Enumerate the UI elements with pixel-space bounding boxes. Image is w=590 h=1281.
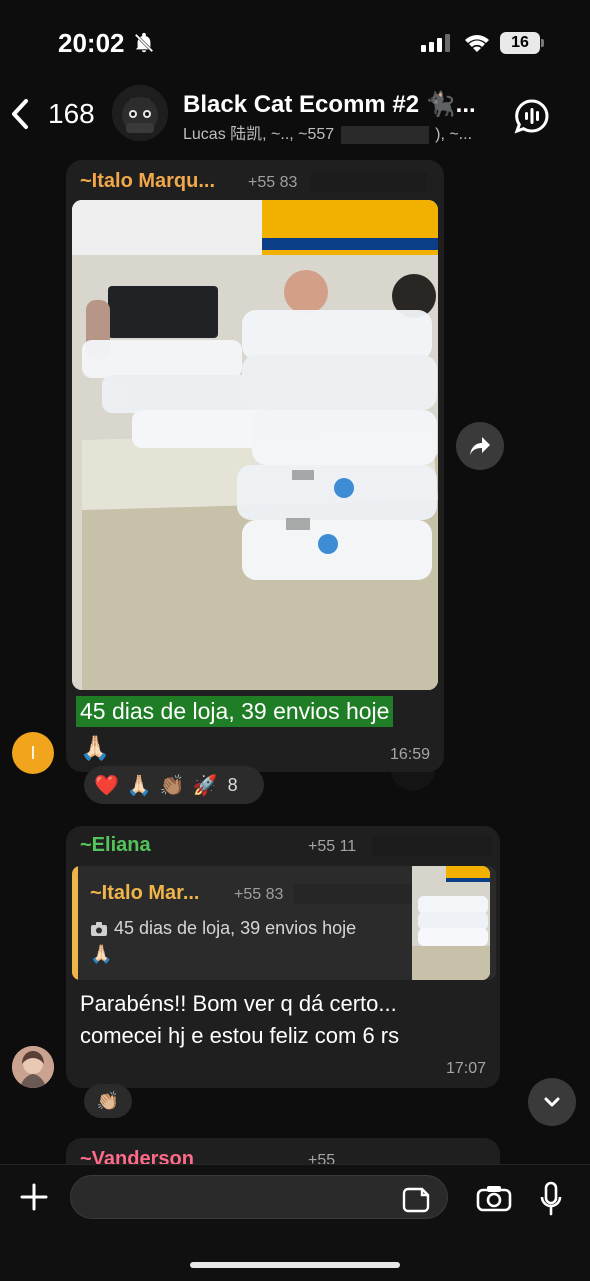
message-time: 16:59 <box>389 746 430 763</box>
scroll-down-button[interactable] <box>528 1078 576 1126</box>
plus-icon <box>20 1183 48 1211</box>
bell-off-icon <box>133 32 155 54</box>
reaction-emoji[interactable]: 👏🏽 <box>160 773 185 798</box>
voice-chat-icon <box>514 99 549 134</box>
back-button[interactable]: 168 <box>10 98 95 130</box>
forward-icon <box>470 437 490 455</box>
quote-text-row: 45 dias de loja, 39 envios hoje <box>90 918 356 939</box>
sender-phone-redaction <box>372 836 492 856</box>
avatar[interactable] <box>12 1046 54 1088</box>
chat-subtitle-text: Lucas 陆凯, ~.., ~557 <box>183 126 335 143</box>
message-text-line: comecei hj e estou feliz com 6 rs <box>80 1023 400 1048</box>
sticker-button[interactable] <box>402 1185 432 1220</box>
message-bubble[interactable]: ~Eliana +55 11 ~Italo Mar... +55 83 45 d… <box>66 826 500 1088</box>
reaction-emoji[interactable]: ❤️ <box>94 773 119 798</box>
voice-chat-button[interactable] <box>512 96 552 136</box>
quote-sender-phone: +55 83 <box>234 886 284 903</box>
message-text-line: Parabéns!! Bom ver q dá certo... <box>80 991 397 1016</box>
wifi-icon <box>462 32 492 54</box>
reaction-count: 8 <box>227 774 238 795</box>
reaction-emoji[interactable]: 🙏🏻 <box>127 773 152 798</box>
message-photo[interactable] <box>72 200 438 690</box>
chat-subtitle-suffix: ), ~... <box>435 126 473 143</box>
quote-accent-bar <box>72 866 78 980</box>
mic-button[interactable] <box>538 1181 564 1222</box>
message-text: Parabéns!! Bom ver q dá certo... comecei… <box>80 988 490 1052</box>
quote-sender: ~Italo Mar... <box>90 882 200 904</box>
quote-thumbnail <box>412 866 490 980</box>
reaction-bar[interactable]: ❤️ 🙏🏻 👏🏽 🚀 8 <box>84 766 264 804</box>
chat-header: 168 Black Cat Ecomm #2 🐈‍⬛... Lucas 陆凯, … <box>0 80 590 150</box>
message-bubble[interactable]: ~Italo Marqu... +55 83 45 dias de loja, … <box>66 160 444 772</box>
quote-phone-redaction <box>294 884 414 904</box>
camera-icon <box>476 1186 512 1212</box>
home-indicator <box>190 1262 400 1268</box>
attach-button[interactable] <box>18 1181 50 1213</box>
message-input[interactable] <box>70 1175 448 1219</box>
avatar[interactable]: I <box>12 732 54 774</box>
status-time: 20:02 <box>58 28 125 58</box>
reaction-emoji[interactable]: 👏🏼 <box>97 1091 119 1112</box>
camera-small-icon <box>90 921 108 937</box>
message-text-highlight: 45 dias de loja, 39 envios hoje <box>76 696 394 727</box>
reaction-emoji[interactable]: 🚀 <box>193 773 218 798</box>
message-sender[interactable]: ~Eliana <box>80 834 151 857</box>
forward-button[interactable] <box>456 422 504 470</box>
message-emoji: 🙏🏻 <box>80 735 110 762</box>
quote-text: 45 dias de loja, 39 envios hoje <box>114 918 357 938</box>
signal-icon <box>421 34 451 52</box>
mic-icon <box>540 1181 562 1216</box>
reply-quote[interactable]: ~Italo Mar... +55 83 45 dias de loja, 39… <box>72 866 496 980</box>
message-time: 17:07 <box>445 1060 486 1077</box>
message-sender[interactable]: ~Italo Marqu... <box>80 170 215 193</box>
chevron-left-icon <box>10 98 30 130</box>
chat-subtitle: Lucas 陆凯, ~.., ~557 ), ~... <box>183 120 493 144</box>
subtitle-redaction <box>340 125 429 144</box>
quote-emoji: 🙏🏻 <box>90 944 113 964</box>
back-count: 168 <box>48 98 95 129</box>
sender-phone-redaction <box>311 172 427 192</box>
message-sender-phone: +55 11 <box>308 838 357 855</box>
message-sender-phone: +55 83 <box>248 174 298 191</box>
battery-indicator: 16 <box>500 32 544 54</box>
status-bar: 20:02 16 <box>0 0 590 80</box>
sticker-icon <box>402 1187 430 1213</box>
chevron-down-icon <box>544 1097 560 1107</box>
reaction-bar[interactable]: 👏🏼 <box>84 1084 132 1118</box>
camera-button[interactable] <box>476 1183 512 1218</box>
chat-title[interactable]: Black Cat Ecomm #2 🐈‍⬛... <box>183 90 476 119</box>
group-avatar[interactable] <box>112 85 168 141</box>
